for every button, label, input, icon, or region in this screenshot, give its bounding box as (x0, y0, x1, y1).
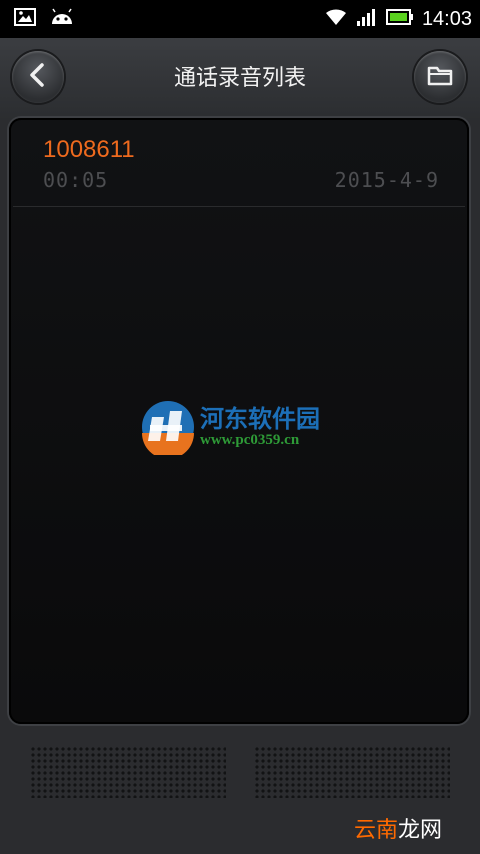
bottom-watermark: 云南龙网 (354, 812, 442, 844)
speaker-grille-right (254, 746, 450, 798)
header-bar: 通话录音列表 (0, 38, 480, 120)
page-title: 通话录音列表 (173, 66, 306, 91)
status-bar: 14:03 (0, 0, 480, 38)
battery-icon (385, 8, 414, 30)
watermark-url: www.pc0359.cn (200, 432, 300, 448)
recording-duration: 00:05 (43, 168, 109, 192)
speaker-grille-left (30, 746, 226, 798)
recording-number: 1008611 (43, 136, 135, 163)
status-time: 14:03 (421, 8, 472, 30)
signal-icon (356, 7, 378, 31)
android-icon (50, 8, 74, 30)
site-watermark: 河东软件园 www.pc0359.cn (140, 397, 340, 459)
watermark-logo-icon (140, 397, 198, 459)
folder-button[interactable] (414, 51, 466, 103)
image-icon (14, 8, 36, 30)
bottom-watermark-part1: 云南 (353, 818, 398, 843)
folder-icon (427, 64, 453, 90)
recording-date: 2015-4-9 (334, 168, 439, 192)
recording-list-item[interactable]: 1008611 00:05 2015-4-9 (13, 124, 465, 207)
wifi-icon (324, 7, 348, 31)
bottom-watermark-part2: 龙网 (397, 818, 442, 843)
watermark-name: 河东软件园 (200, 404, 320, 433)
